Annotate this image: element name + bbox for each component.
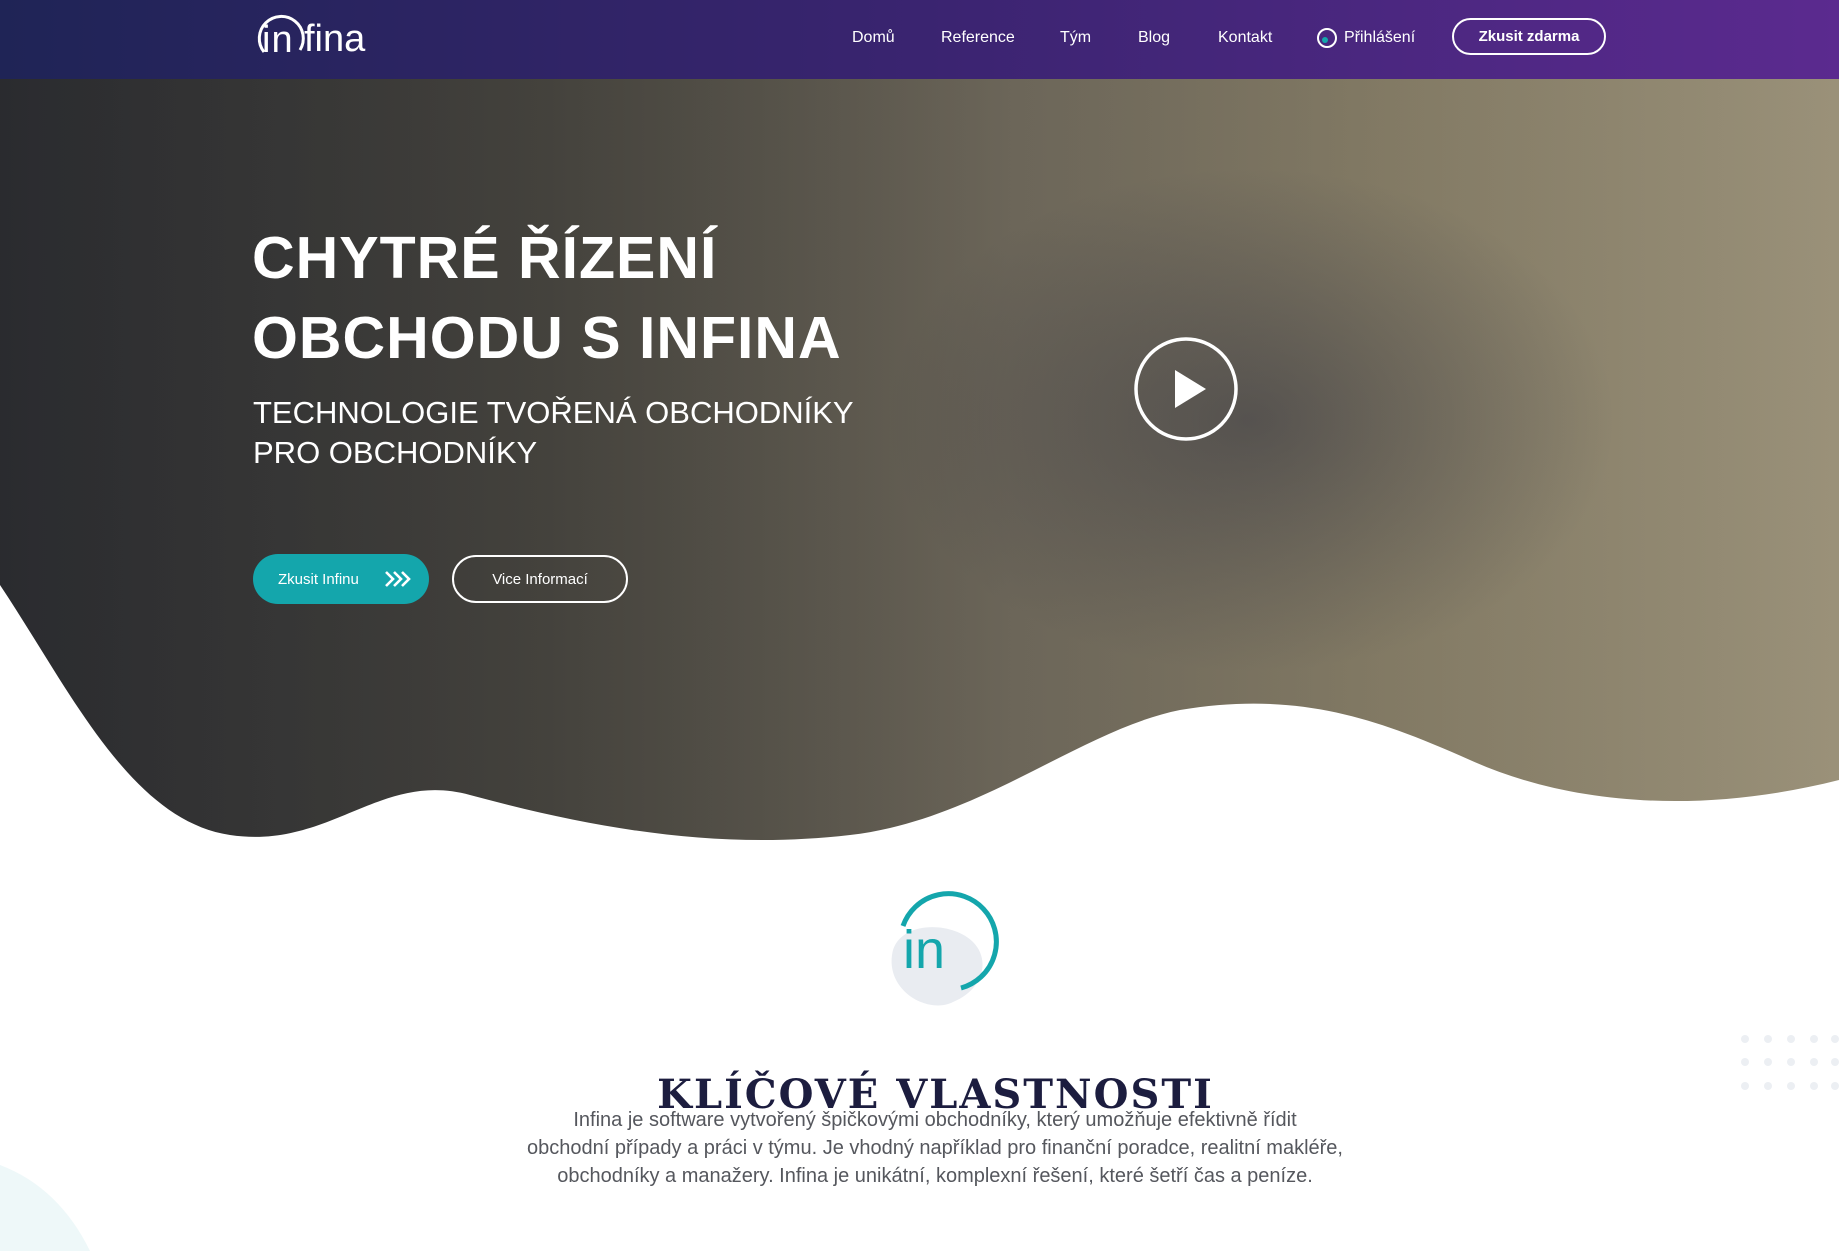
try-free-button[interactable]: Zkusit zdarma	[1452, 18, 1606, 55]
login-label: Přihlášení	[1344, 29, 1416, 46]
features-text-line1: Infina je software vytvořený špičkovými …	[573, 1109, 1297, 1131]
top-navbar: in fina Domů Reference Tým Blog Kontakt …	[0, 0, 1839, 79]
features-text-line2: obchodní případy a práci v týmu. Je vhod…	[526, 1137, 1343, 1159]
login-icon	[1317, 28, 1337, 48]
nav-reference[interactable]: Reference	[941, 29, 1015, 47]
nav-team[interactable]: Tým	[1060, 29, 1091, 47]
nav-login[interactable]: Přihlášení	[1316, 27, 1415, 49]
hero-section: CHYTRÉ ŘÍZENÍ OBCHODU S INFINA TECHNOLOG…	[0, 0, 1839, 845]
nav-contact[interactable]: Kontakt	[1218, 29, 1272, 47]
decorative-dots	[1741, 1035, 1839, 1090]
infina-mark-icon: in	[891, 891, 999, 1006]
try-free-label: Zkusit zdarma	[1478, 28, 1580, 45]
nav-home[interactable]: Domů	[852, 29, 895, 47]
decorative-corner-shape	[0, 1165, 90, 1251]
features-description: Infina je software vytvořený špičkovými …	[520, 1106, 1350, 1190]
hero-wave-divider	[0, 585, 1839, 845]
nav-blog[interactable]: Blog	[1138, 29, 1170, 47]
features-text-line3: obchodníky a manažery. Infina je unikátn…	[557, 1165, 1313, 1187]
svg-text:in: in	[903, 920, 945, 980]
features-logo: in	[873, 880, 999, 1010]
